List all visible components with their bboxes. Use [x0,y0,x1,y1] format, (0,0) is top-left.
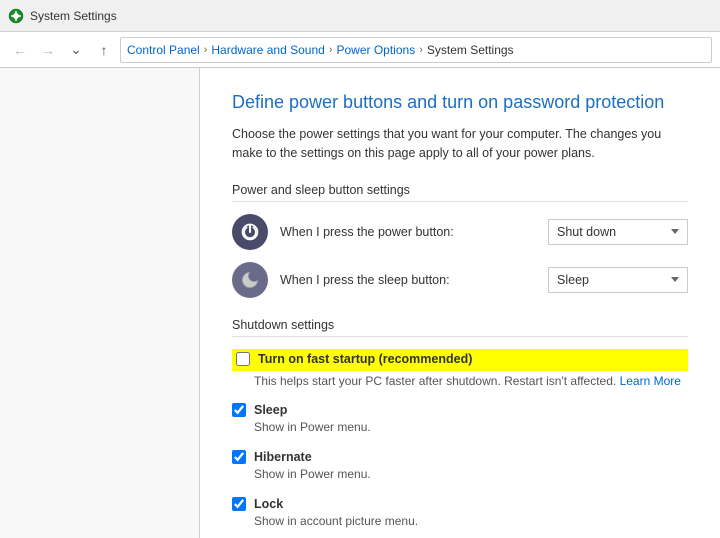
breadcrumb-sep-3: › [419,44,423,56]
fast-startup-checkbox[interactable] [236,352,250,366]
power-button-dropdown[interactable]: Shut down Sleep Hibernate Turn off the d… [548,219,688,245]
sleep-icon [232,262,268,298]
up-button[interactable]: ↑ [92,38,116,62]
power-sleep-section-header: Power and sleep button settings [232,183,688,202]
power-button-row: When I press the power button: Shut down… [232,214,688,250]
breadcrumb-hardware-sound[interactable]: Hardware and Sound [211,43,324,57]
content-area: Define power buttons and turn on passwor… [200,68,720,538]
breadcrumb-sep-1: › [204,44,208,56]
breadcrumb-control-panel[interactable]: Control Panel [127,43,200,57]
power-icon [232,214,268,250]
power-button-label: When I press the power button: [280,225,536,239]
main-container: Define power buttons and turn on passwor… [0,68,720,538]
back-button[interactable]: ← [8,38,32,62]
title-bar-text: System Settings [30,9,117,23]
breadcrumb: Control Panel › Hardware and Sound › Pow… [120,37,712,63]
lock-desc: Show in account picture menu. [254,513,688,530]
hibernate-row: Hibernate [232,450,688,464]
shutdown-section: Shutdown settings Turn on fast startup (… [232,318,688,530]
fast-startup-highlight: Turn on fast startup (recommended) [232,349,688,371]
shutdown-section-header: Shutdown settings [232,318,688,337]
title-bar: System Settings [0,0,720,32]
breadcrumb-system-settings: System Settings [427,43,514,57]
lock-item: Lock Show in account picture menu. [232,497,688,530]
breadcrumb-sep-2: › [329,44,333,56]
hibernate-label[interactable]: Hibernate [254,450,312,464]
fast-startup-label[interactable]: Turn on fast startup (recommended) [258,352,472,366]
sleep-label[interactable]: Sleep [254,403,287,417]
page-title: Define power buttons and turn on passwor… [232,92,688,113]
sleep-button-label: When I press the sleep button: [280,273,536,287]
address-bar: ← → ⌄ ↑ Control Panel › Hardware and Sou… [0,32,720,68]
sleep-desc: Show in Power menu. [254,419,688,436]
breadcrumb-power-options[interactable]: Power Options [336,43,415,57]
hibernate-desc: Show in Power menu. [254,466,688,483]
fast-startup-item: Turn on fast startup (recommended) This … [232,349,688,390]
hibernate-item: Hibernate Show in Power menu. [232,450,688,483]
sleep-button-dropdown[interactable]: Sleep Shut down Hibernate Turn off the d… [548,267,688,293]
sleep-item: Sleep Show in Power menu. [232,403,688,436]
lock-label[interactable]: Lock [254,497,283,511]
sidebar [0,68,200,538]
hibernate-checkbox[interactable] [232,450,246,464]
sleep-button-row: When I press the sleep button: Sleep Shu… [232,262,688,298]
forward-button[interactable]: → [36,38,60,62]
fast-startup-learn-more[interactable]: Learn More [620,374,681,388]
lock-checkbox[interactable] [232,497,246,511]
fast-startup-row: Turn on fast startup (recommended) [236,352,684,366]
fast-startup-desc: This helps start your PC faster after sh… [254,373,688,390]
app-icon [8,8,24,24]
page-description: Choose the power settings that you want … [232,125,688,163]
sleep-checkbox[interactable] [232,403,246,417]
lock-row: Lock [232,497,688,511]
sleep-row: Sleep [232,403,688,417]
recent-button[interactable]: ⌄ [64,38,88,62]
